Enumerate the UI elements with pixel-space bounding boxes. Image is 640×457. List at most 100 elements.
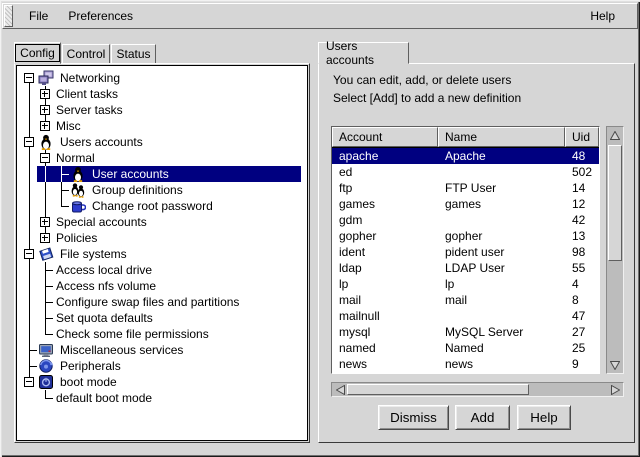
menu-file[interactable]: File bbox=[19, 6, 58, 26]
table-row[interactable]: ftpFTP User14 bbox=[332, 180, 599, 196]
collapse-icon[interactable] bbox=[24, 249, 34, 259]
table-cell: ident bbox=[332, 245, 438, 259]
table-cell: news bbox=[332, 357, 438, 371]
dismiss-button[interactable]: Dismiss bbox=[378, 405, 449, 430]
tree-guide bbox=[37, 214, 53, 230]
tree-item[interactable]: Set quota defaults bbox=[21, 310, 307, 326]
table-row[interactable]: mailmail8 bbox=[332, 292, 599, 308]
tree-item-label: Server tasks bbox=[53, 102, 126, 118]
expand-icon[interactable] bbox=[40, 105, 50, 115]
table-cell: apache bbox=[332, 149, 438, 163]
scroll-down-icon[interactable] bbox=[607, 358, 623, 372]
tree-guide bbox=[37, 310, 53, 326]
tab-status-label: Status bbox=[116, 47, 150, 61]
horizontal-scrollbar[interactable] bbox=[331, 382, 624, 397]
table-row[interactable]: ed502 bbox=[332, 164, 599, 180]
tree-item-label: Group definitions bbox=[89, 182, 186, 198]
tree-guide bbox=[21, 246, 37, 262]
table-row[interactable]: lplp4 bbox=[332, 276, 599, 292]
collapse-icon[interactable] bbox=[24, 377, 34, 387]
tree-item[interactable]: Users accounts bbox=[21, 134, 307, 150]
table-row[interactable]: gamesgames12 bbox=[332, 196, 599, 212]
table-cell: gopher bbox=[332, 229, 438, 243]
tree-guide bbox=[21, 310, 37, 326]
scroll-right-icon[interactable] bbox=[608, 383, 622, 396]
table-row[interactable]: newsnews9 bbox=[332, 356, 599, 372]
tree-item[interactable]: Networking bbox=[21, 70, 307, 86]
tree-guide bbox=[21, 230, 37, 246]
table-cell: 48 bbox=[565, 149, 599, 163]
tree-item[interactable]: Client tasks bbox=[21, 86, 307, 102]
tree-item[interactable]: Normal bbox=[21, 150, 307, 166]
config-tree: NetworkingClient tasksServer tasksMiscUs… bbox=[16, 65, 308, 441]
table-row[interactable]: ldapLDAP User55 bbox=[332, 260, 599, 276]
column-header-uid[interactable]: Uid bbox=[565, 127, 599, 147]
tree-guide bbox=[37, 326, 53, 342]
table-row[interactable]: gdm42 bbox=[332, 212, 599, 228]
tab-users-accounts[interactable]: Users accounts bbox=[318, 42, 409, 64]
table-row[interactable]: identpident user98 bbox=[332, 244, 599, 260]
expand-icon[interactable] bbox=[40, 121, 50, 131]
table-cell: MySQL Server bbox=[438, 325, 565, 339]
tree-item[interactable]: Access local drive bbox=[21, 262, 307, 278]
tree-item[interactable]: Policies bbox=[21, 230, 307, 246]
menu-preferences[interactable]: Preferences bbox=[58, 6, 143, 26]
tree-guide bbox=[21, 150, 37, 166]
table-cell: pident user bbox=[438, 245, 565, 259]
horizontal-scrollbar-thumb[interactable] bbox=[347, 384, 529, 395]
table-row[interactable]: apacheApache48 bbox=[332, 148, 599, 164]
expand-icon[interactable] bbox=[40, 233, 50, 243]
tree-item[interactable]: Peripherals bbox=[21, 358, 307, 374]
tree-item[interactable]: File systems bbox=[21, 246, 307, 262]
table-row[interactable]: gophergopher13 bbox=[332, 228, 599, 244]
tree-item-label: File systems bbox=[57, 246, 130, 262]
tree-item-label: Special accounts bbox=[53, 214, 150, 230]
collapse-icon[interactable] bbox=[40, 153, 50, 163]
expand-icon[interactable] bbox=[40, 89, 50, 99]
help-button[interactable]: Help bbox=[517, 405, 571, 430]
column-header-name[interactable]: Name bbox=[438, 127, 565, 147]
column-header-account[interactable]: Account bbox=[332, 127, 438, 147]
tab-control[interactable]: Control bbox=[62, 44, 110, 64]
collapse-icon[interactable] bbox=[24, 73, 34, 83]
collapse-icon[interactable] bbox=[24, 137, 34, 147]
table-cell: ftp bbox=[332, 181, 438, 195]
tree-item[interactable]: Misc bbox=[21, 118, 307, 134]
tree-item[interactable]: default boot mode bbox=[21, 390, 307, 406]
tab-control-label: Control bbox=[67, 47, 106, 61]
table-row[interactable]: namedNamed25 bbox=[332, 340, 599, 356]
tree-item[interactable]: Group definitions bbox=[21, 182, 307, 198]
tree-guide bbox=[21, 342, 37, 358]
tab-config[interactable]: Config bbox=[14, 42, 61, 64]
tree-guide bbox=[21, 278, 37, 294]
tree-item-label: Misc bbox=[53, 118, 84, 134]
table-row[interactable]: mysqlMySQL Server27 bbox=[332, 324, 599, 340]
tree-guide bbox=[53, 182, 69, 198]
tree-item[interactable]: Access nfs volume bbox=[21, 278, 307, 294]
tab-status[interactable]: Status bbox=[111, 44, 156, 64]
scroll-left-icon[interactable] bbox=[333, 383, 347, 396]
tree-item[interactable]: Change root password bbox=[21, 198, 307, 214]
tree-guide bbox=[37, 230, 53, 246]
users-table-header: AccountNameUid bbox=[332, 127, 599, 147]
expand-icon[interactable] bbox=[40, 217, 50, 227]
tree-item[interactable]: Configure swap files and partitions bbox=[21, 294, 307, 310]
tree-guide bbox=[37, 102, 53, 118]
table-cell: 12 bbox=[565, 197, 599, 211]
scroll-up-icon[interactable] bbox=[607, 128, 623, 142]
tree-item[interactable]: Miscellaneous services bbox=[21, 342, 307, 358]
vertical-scrollbar[interactable] bbox=[606, 126, 624, 374]
menubar-grip[interactable] bbox=[4, 5, 13, 27]
tree-item[interactable]: Special accounts bbox=[21, 214, 307, 230]
tree-item[interactable]: Server tasks bbox=[21, 102, 307, 118]
table-row[interactable]: mailnull47 bbox=[332, 308, 599, 324]
tree-item-label: Normal bbox=[53, 150, 98, 166]
users-table: AccountNameUid apacheApache48ed502ftpFTP… bbox=[331, 126, 600, 374]
add-button[interactable]: Add bbox=[455, 405, 510, 430]
menu-help[interactable]: Help bbox=[580, 6, 625, 26]
tree-item[interactable]: User accounts bbox=[21, 166, 307, 182]
tree-item-label: Networking bbox=[57, 70, 123, 86]
tree-item[interactable]: boot mode bbox=[21, 374, 307, 390]
tree-item[interactable]: Check some file permissions bbox=[21, 326, 307, 342]
vertical-scrollbar-thumb[interactable] bbox=[608, 145, 622, 261]
